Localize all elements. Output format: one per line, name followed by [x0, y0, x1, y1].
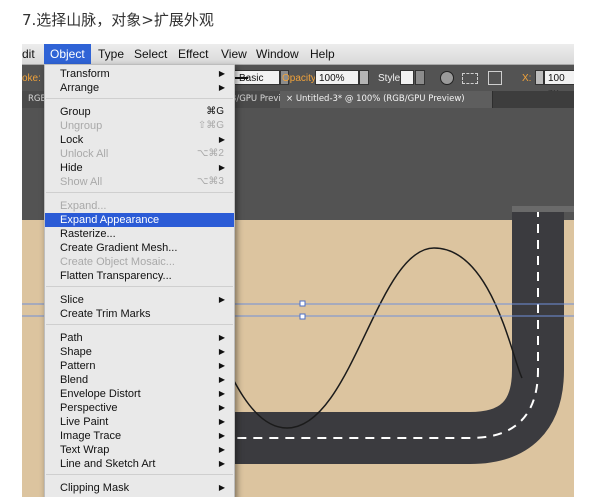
menu-item-transform[interactable]: Transform ▶ [45, 67, 234, 81]
transform-icon[interactable] [488, 71, 502, 85]
shortcut-label: ⇧⌘G [197, 120, 224, 131]
menu-item-arrange[interactable]: Arrange ▶ [45, 81, 234, 95]
menu-type[interactable]: Type [98, 47, 124, 61]
opacity-input[interactable]: 100% [315, 70, 359, 85]
menu-window[interactable]: Window [256, 47, 299, 61]
menu-item-clipping-mask[interactable]: Clipping Mask ▶ [45, 481, 234, 495]
menu-item-flatten-transparency[interactable]: Flatten Transparency... [45, 269, 234, 283]
submenu-arrow-icon: ▶ [218, 483, 225, 492]
menu-effect[interactable]: Effect [178, 47, 208, 61]
menu-item-live-paint[interactable]: Live Paint ▶ [45, 415, 234, 429]
submenu-arrow-icon: ▶ [218, 333, 225, 342]
submenu-arrow-icon: ▶ [218, 389, 225, 398]
tab-close-icon[interactable]: × [286, 94, 293, 104]
menu-item-expand: Expand... [60, 200, 107, 212]
shortcut-label: ⌘G [206, 106, 224, 117]
shortcut-label: ⌥⌘3 [196, 176, 224, 187]
submenu-arrow-icon: ▶ [218, 403, 225, 412]
brush-basic-label: Basic [239, 73, 264, 84]
page-caption: 7.选择山脉，对象>扩展外观 [22, 11, 214, 29]
submenu-arrow-icon: ▶ [218, 69, 225, 78]
menu-separator [46, 324, 233, 325]
menu-item-expand-appearance[interactable]: Expand Appearance [45, 213, 234, 227]
align-icon[interactable] [462, 73, 478, 84]
menu-item-group[interactable]: Group ⌘G [45, 105, 234, 119]
menu-item-blend[interactable]: Blend ▶ [45, 373, 234, 387]
menu-item-envelope-distort[interactable]: Envelope Distort ▶ [45, 387, 234, 401]
menu-item-create-trim-marks[interactable]: Create Trim Marks [45, 307, 234, 321]
menu-bar: dit Object Type Select Effect View Windo… [22, 44, 574, 65]
road-center-dashes [212, 208, 539, 439]
menu-item-slice[interactable]: Slice ▶ [45, 293, 234, 307]
submenu-arrow-icon: ▶ [218, 375, 225, 384]
menu-separator [46, 474, 233, 475]
menu-item-text-wrap[interactable]: Text Wrap ▶ [45, 443, 234, 457]
submenu-arrow-icon: ▶ [218, 459, 225, 468]
style-swatch[interactable] [400, 70, 414, 85]
menu-separator [46, 192, 233, 193]
menu-separator [46, 286, 233, 287]
menu-item-lock[interactable]: Lock ▶ [45, 133, 234, 147]
submenu-arrow-icon: ▶ [218, 347, 225, 356]
submenu-arrow-icon: ▶ [218, 83, 225, 92]
anchor-point[interactable] [299, 300, 306, 307]
opacity-label[interactable]: Opacity: [282, 73, 319, 84]
menu-separator [46, 98, 233, 99]
menu-item-image-trace[interactable]: Image Trace ▶ [45, 429, 234, 443]
menu-object[interactable]: Object [44, 44, 91, 64]
road-shape[interactable] [212, 208, 564, 464]
menu-select[interactable]: Select [134, 47, 167, 61]
road-top-edge [512, 206, 574, 212]
menu-item-unlock-all: Unlock All ⌥⌘2 [60, 148, 224, 160]
menu-item-pattern[interactable]: Pattern ▶ [45, 359, 234, 373]
x-label: X: [522, 73, 532, 84]
anchor-point[interactable] [299, 313, 306, 320]
menu-item-hide[interactable]: Hide ▶ [45, 161, 234, 175]
menu-item-create-object-mosaic: Create Object Mosaic... [60, 256, 175, 268]
menu-item-create-gradient-mesh[interactable]: Create Gradient Mesh... [45, 241, 234, 255]
menu-item-show-all: Show All ⌥⌘3 [60, 176, 224, 188]
shortcut-label: ⌥⌘2 [196, 148, 224, 159]
submenu-arrow-icon: ▶ [218, 445, 225, 454]
illustrator-screenshot: dit Object Type Select Effect View Windo… [22, 44, 574, 497]
recolor-icon[interactable] [440, 71, 454, 85]
menu-view[interactable]: View [221, 47, 247, 61]
menu-item-ungroup: Ungroup ⇧⌘G [60, 120, 224, 132]
stroke-label: oke: [22, 73, 41, 84]
menu-help[interactable]: Help [310, 47, 335, 61]
submenu-arrow-icon: ▶ [218, 295, 225, 304]
tab-untitled-3-label: Untitled-3* @ 100% (RGB/GPU Preview) [295, 94, 465, 104]
menu-edit[interactable]: dit [22, 47, 35, 61]
menu-item-shape[interactable]: Shape ▶ [45, 345, 234, 359]
menu-item-rasterize[interactable]: Rasterize... [45, 227, 234, 241]
submenu-arrow-icon: ▶ [218, 163, 225, 172]
tab-untitled-3[interactable]: × Untitled-3* @ 100% (RGB/GPU Preview) [280, 91, 493, 108]
style-dropdown[interactable] [415, 70, 425, 85]
submenu-arrow-icon: ▶ [218, 361, 225, 370]
object-menu-dropdown: Transform ▶ Arrange ▶ Group ⌘G Ungroup ⇧⌘G L… [44, 64, 235, 497]
submenu-arrow-icon: ▶ [218, 431, 225, 440]
submenu-arrow-icon: ▶ [218, 135, 225, 144]
menu-item-path[interactable]: Path ▶ [45, 331, 234, 345]
menu-item-perspective[interactable]: Perspective ▶ [45, 401, 234, 415]
submenu-arrow-icon: ▶ [218, 417, 225, 426]
opacity-arrow[interactable] [359, 70, 369, 85]
menu-item-line-and-sketch-art[interactable]: Line and Sketch Art ▶ [45, 457, 234, 471]
x-input[interactable]: 100 px [544, 70, 574, 99]
x-stepper[interactable] [535, 70, 544, 85]
